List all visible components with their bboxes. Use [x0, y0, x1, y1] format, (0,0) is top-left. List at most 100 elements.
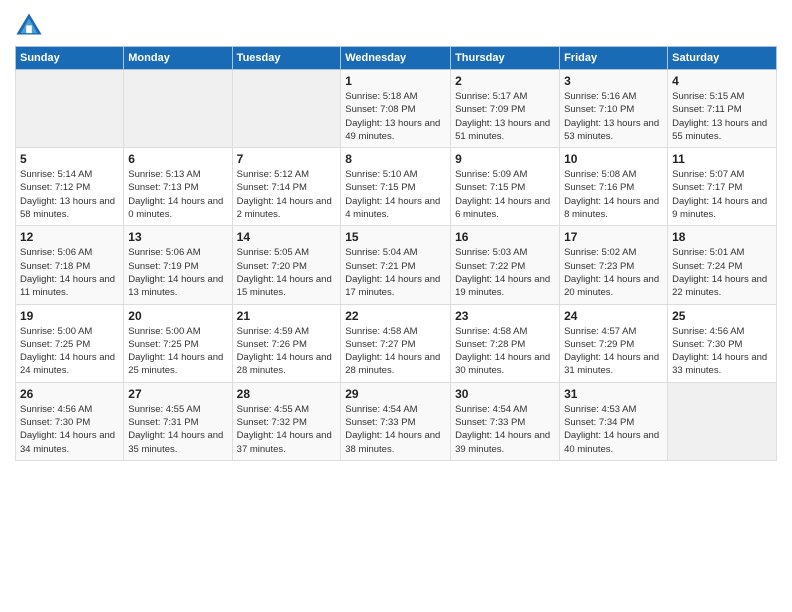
day-number: 22	[345, 309, 446, 323]
calendar-cell: 9 Sunrise: 5:09 AMSunset: 7:15 PMDaylight…	[451, 148, 560, 226]
day-info: Sunrise: 4:59 AMSunset: 7:26 PMDaylight:…	[237, 325, 337, 378]
day-number: 7	[237, 152, 337, 166]
calendar-cell: 4 Sunrise: 5:15 AMSunset: 7:11 PMDaylight…	[668, 70, 777, 148]
day-info: Sunrise: 5:16 AMSunset: 7:10 PMDaylight:…	[564, 90, 663, 143]
day-info: Sunrise: 5:18 AMSunset: 7:08 PMDaylight:…	[345, 90, 446, 143]
day-info: Sunrise: 5:00 AMSunset: 7:25 PMDaylight:…	[128, 325, 227, 378]
day-info: Sunrise: 4:57 AMSunset: 7:29 PMDaylight:…	[564, 325, 663, 378]
calendar-cell: 17 Sunrise: 5:02 AMSunset: 7:23 PMDayligh…	[560, 226, 668, 304]
calendar-cell: 24 Sunrise: 4:57 AMSunset: 7:29 PMDayligh…	[560, 304, 668, 382]
day-number: 17	[564, 230, 663, 244]
calendar-cell	[232, 70, 341, 148]
day-info: Sunrise: 4:58 AMSunset: 7:28 PMDaylight:…	[455, 325, 555, 378]
logo-icon	[15, 10, 43, 38]
calendar-cell: 10 Sunrise: 5:08 AMSunset: 7:16 PMDayligh…	[560, 148, 668, 226]
day-info: Sunrise: 4:54 AMSunset: 7:33 PMDaylight:…	[455, 403, 555, 456]
calendar-cell: 5 Sunrise: 5:14 AMSunset: 7:12 PMDaylight…	[16, 148, 124, 226]
calendar-cell: 22 Sunrise: 4:58 AMSunset: 7:27 PMDayligh…	[341, 304, 451, 382]
day-number: 19	[20, 309, 119, 323]
day-number: 27	[128, 387, 227, 401]
calendar-cell: 11Sunrise: 5:07 AMSunset: 7:17 PMDayligh…	[668, 148, 777, 226]
calendar-cell: 18Sunrise: 5:01 AMSunset: 7:24 PMDayligh…	[668, 226, 777, 304]
day-info: Sunrise: 4:56 AMSunset: 7:30 PMDaylight:…	[20, 403, 119, 456]
calendar-cell: 30Sunrise: 4:54 AMSunset: 7:33 PMDayligh…	[451, 382, 560, 460]
day-number: 21	[237, 309, 337, 323]
calendar-cell: 28 Sunrise: 4:55 AMSunset: 7:32 PMDayligh…	[232, 382, 341, 460]
day-number: 1	[345, 74, 446, 88]
day-info: Sunrise: 5:05 AMSunset: 7:20 PMDaylight:…	[237, 246, 337, 299]
day-number: 5	[20, 152, 119, 166]
day-info: Sunrise: 4:53 AMSunset: 7:34 PMDaylight:…	[564, 403, 663, 456]
day-info: Sunrise: 4:55 AMSunset: 7:32 PMDaylight:…	[237, 403, 337, 456]
day-number: 25	[672, 309, 772, 323]
header	[15, 10, 777, 38]
calendar-week-row: 1 Sunrise: 5:18 AMSunset: 7:08 PMDaylight…	[16, 70, 777, 148]
day-number: 26	[20, 387, 119, 401]
calendar-day-header: Sunday	[16, 47, 124, 70]
calendar-cell: 25 Sunrise: 4:56 AMSunset: 7:30 PMDayligh…	[668, 304, 777, 382]
day-info: Sunrise: 5:09 AMSunset: 7:15 PMDaylight:…	[455, 168, 555, 221]
day-number: 11	[672, 152, 772, 166]
calendar-week-row: 26 Sunrise: 4:56 AMSunset: 7:30 PMDayligh…	[16, 382, 777, 460]
calendar-cell: 27 Sunrise: 4:55 AMSunset: 7:31 PMDayligh…	[124, 382, 232, 460]
calendar-table: SundayMondayTuesdayWednesdayThursdayFrid…	[15, 46, 777, 461]
day-number: 15	[345, 230, 446, 244]
day-number: 13	[128, 230, 227, 244]
day-number: 4	[672, 74, 772, 88]
day-number: 9	[455, 152, 555, 166]
day-info: Sunrise: 5:08 AMSunset: 7:16 PMDaylight:…	[564, 168, 663, 221]
calendar-cell: 16 Sunrise: 5:03 AMSunset: 7:22 PMDayligh…	[451, 226, 560, 304]
calendar-cell: 1 Sunrise: 5:18 AMSunset: 7:08 PMDaylight…	[341, 70, 451, 148]
calendar-cell: 14Sunrise: 5:05 AMSunset: 7:20 PMDayligh…	[232, 226, 341, 304]
day-info: Sunrise: 5:10 AMSunset: 7:15 PMDaylight:…	[345, 168, 446, 221]
calendar-cell: 13Sunrise: 5:06 AMSunset: 7:19 PMDayligh…	[124, 226, 232, 304]
day-info: Sunrise: 5:15 AMSunset: 7:11 PMDaylight:…	[672, 90, 772, 143]
calendar-week-row: 5 Sunrise: 5:14 AMSunset: 7:12 PMDaylight…	[16, 148, 777, 226]
day-info: Sunrise: 5:02 AMSunset: 7:23 PMDaylight:…	[564, 246, 663, 299]
day-number: 16	[455, 230, 555, 244]
calendar-day-header: Friday	[560, 47, 668, 70]
calendar-day-header: Monday	[124, 47, 232, 70]
calendar-cell	[16, 70, 124, 148]
day-info: Sunrise: 4:54 AMSunset: 7:33 PMDaylight:…	[345, 403, 446, 456]
day-number: 3	[564, 74, 663, 88]
day-number: 23	[455, 309, 555, 323]
day-number: 10	[564, 152, 663, 166]
day-number: 8	[345, 152, 446, 166]
calendar-cell: 3 Sunrise: 5:16 AMSunset: 7:10 PMDaylight…	[560, 70, 668, 148]
day-number: 29	[345, 387, 446, 401]
calendar-cell: 21 Sunrise: 4:59 AMSunset: 7:26 PMDayligh…	[232, 304, 341, 382]
day-info: Sunrise: 5:01 AMSunset: 7:24 PMDaylight:…	[672, 246, 772, 299]
day-number: 28	[237, 387, 337, 401]
calendar-cell: 19Sunrise: 5:00 AMSunset: 7:25 PMDayligh…	[16, 304, 124, 382]
day-number: 24	[564, 309, 663, 323]
calendar-day-header: Tuesday	[232, 47, 341, 70]
day-number: 6	[128, 152, 227, 166]
day-info: Sunrise: 5:14 AMSunset: 7:12 PMDaylight:…	[20, 168, 119, 221]
day-info: Sunrise: 4:56 AMSunset: 7:30 PMDaylight:…	[672, 325, 772, 378]
day-number: 20	[128, 309, 227, 323]
calendar-cell: 7Sunrise: 5:12 AMSunset: 7:14 PMDaylight…	[232, 148, 341, 226]
calendar-cell: 2 Sunrise: 5:17 AMSunset: 7:09 PMDaylight…	[451, 70, 560, 148]
day-info: Sunrise: 5:17 AMSunset: 7:09 PMDaylight:…	[455, 90, 555, 143]
calendar-cell: 31Sunrise: 4:53 AMSunset: 7:34 PMDayligh…	[560, 382, 668, 460]
day-info: Sunrise: 5:03 AMSunset: 7:22 PMDaylight:…	[455, 246, 555, 299]
calendar-cell: 29 Sunrise: 4:54 AMSunset: 7:33 PMDayligh…	[341, 382, 451, 460]
day-info: Sunrise: 5:04 AMSunset: 7:21 PMDaylight:…	[345, 246, 446, 299]
day-number: 12	[20, 230, 119, 244]
calendar-cell: 20 Sunrise: 5:00 AMSunset: 7:25 PMDayligh…	[124, 304, 232, 382]
day-info: Sunrise: 5:06 AMSunset: 7:18 PMDaylight:…	[20, 246, 119, 299]
calendar-day-header: Thursday	[451, 47, 560, 70]
day-number: 2	[455, 74, 555, 88]
calendar-cell: 26 Sunrise: 4:56 AMSunset: 7:30 PMDayligh…	[16, 382, 124, 460]
calendar-cell	[668, 382, 777, 460]
day-info: Sunrise: 4:58 AMSunset: 7:27 PMDaylight:…	[345, 325, 446, 378]
calendar-cell: 15 Sunrise: 5:04 AMSunset: 7:21 PMDayligh…	[341, 226, 451, 304]
calendar-cell: 12 Sunrise: 5:06 AMSunset: 7:18 PMDayligh…	[16, 226, 124, 304]
calendar-cell: 8 Sunrise: 5:10 AMSunset: 7:15 PMDaylight…	[341, 148, 451, 226]
calendar-cell: 23 Sunrise: 4:58 AMSunset: 7:28 PMDayligh…	[451, 304, 560, 382]
day-info: Sunrise: 4:55 AMSunset: 7:31 PMDaylight:…	[128, 403, 227, 456]
calendar-week-row: 19 Sunrise: 5:00 AMSunset: 7:25 PMDayligh…	[16, 304, 777, 382]
calendar-day-header: Saturday	[668, 47, 777, 70]
calendar-day-header: Wednesday	[341, 47, 451, 70]
